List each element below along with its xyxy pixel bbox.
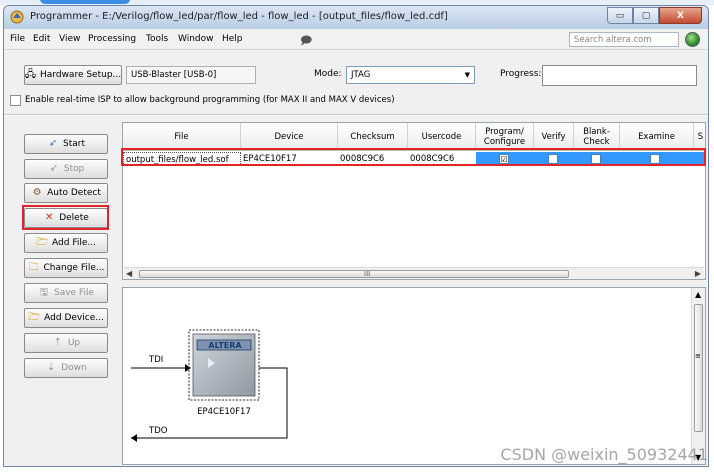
minimize-icon: ▭ (615, 10, 625, 21)
client-area: 🖧 Hardware Setup... USB-Blaster [USB-0] … (4, 50, 708, 466)
mode-value: JTAG (351, 70, 371, 80)
add-device-label: Add Device... (44, 313, 104, 323)
start-button[interactable]: ➶ Start (24, 134, 108, 154)
hardware-setup-label: Hardware Setup... (40, 70, 122, 80)
auto-detect-icon: ⚙ (32, 187, 42, 198)
jtag-chain-diagram: ALTERA TDI EP4CE10F17 TDO (131, 329, 288, 442)
stop-label: Stop (63, 164, 85, 174)
add-device-icon: 🗁 (28, 312, 41, 323)
maximize-button[interactable]: ▢ (633, 7, 659, 24)
add-file-button[interactable]: 🗁 Add File... (24, 233, 108, 253)
column-usercode[interactable]: Usercode (408, 123, 476, 151)
window-title: Programmer - E:/Verilog/flow_led/par/flo… (30, 11, 448, 22)
progress-bar (542, 65, 697, 86)
column-device[interactable]: Device (241, 123, 338, 151)
tdo-arrow (131, 434, 137, 442)
column-blank-check[interactable]: Blank- Check (574, 123, 620, 151)
start-icon: ➶ (48, 138, 58, 149)
globe-icon[interactable] (685, 32, 700, 47)
column-security[interactable]: S (694, 123, 705, 151)
title-bar: Programmer - E:/Verilog/flow_led/par/flo… (4, 6, 708, 29)
scroll-left-icon[interactable]: ◀ (126, 269, 132, 278)
up-icon: ⇡ (53, 337, 63, 348)
column-program-configure[interactable]: Program/ Configure (476, 123, 534, 151)
menu-bar: File Edit View Processing Tools Window H… (4, 29, 708, 50)
jtag-chain-panel: ALTERA TDI EP4CE10F17 TDO ▲ ≡ ▼ (122, 287, 706, 465)
menu-help[interactable]: Help (222, 34, 243, 44)
menu-window[interactable]: Window (178, 34, 214, 44)
chain-scroll-grip: ≡ (695, 352, 701, 360)
column-verify[interactable]: Verify (534, 123, 574, 151)
chevron-down-icon: ▼ (464, 71, 470, 79)
down-button[interactable]: ⇣ Down (24, 358, 108, 378)
tdo-label: TDO (148, 426, 168, 436)
change-file-button[interactable]: 🗀 Change File... (24, 258, 108, 278)
stop-button[interactable]: ➶ Stop (24, 159, 108, 179)
auto-detect-button[interactable]: ⚙ Auto Detect (24, 183, 108, 203)
up-button[interactable]: ⇡ Up (24, 333, 108, 353)
window-controls: ▭ ▢ X (607, 7, 702, 24)
mode-select[interactable]: JTAG ▼ (346, 66, 475, 84)
menu-edit[interactable]: Edit (33, 34, 50, 44)
stop-icon: ➶ (49, 163, 58, 174)
mode-label: Mode: (314, 69, 342, 79)
add-file-label: Add File... (52, 238, 96, 248)
menu-processing[interactable]: Processing (88, 34, 136, 44)
search-input[interactable]: Search altera.com (569, 32, 679, 47)
menu-view[interactable]: View (59, 34, 80, 44)
column-examine[interactable]: Examine (620, 123, 694, 151)
tdi-label: TDI (148, 355, 163, 365)
save-file-button[interactable]: 🖫 Save File (24, 283, 108, 303)
hardware-setup-icon: 🖧 (24, 69, 37, 80)
up-label: Up (67, 338, 81, 348)
change-file-label: Change File... (43, 263, 105, 273)
add-file-icon: 🗁 (36, 237, 49, 248)
start-label: Start (63, 139, 85, 149)
programmer-window: Programmer - E:/Verilog/flow_led/par/flo… (3, 5, 709, 467)
toolbar-separator (4, 114, 708, 116)
scroll-right-icon[interactable]: ▶ (695, 269, 701, 278)
isp-label: Enable real-time ISP to allow background… (25, 95, 395, 105)
progress-label: Progress: (500, 69, 542, 79)
device-table: File Device Checksum Usercode Program/ C… (122, 122, 706, 280)
scroll-grip: III (364, 270, 371, 278)
column-file[interactable]: File (123, 123, 241, 151)
row-highlight (121, 148, 706, 166)
close-button[interactable]: X (659, 7, 702, 24)
chip-device-label: EP4CE10F17 (197, 407, 251, 417)
change-file-icon: 🗀 (28, 262, 39, 273)
table-scroll-thumb[interactable]: III (139, 270, 569, 278)
speech-bubble-icon[interactable]: 🗩 (300, 32, 312, 51)
auto-detect-label: Auto Detect (47, 188, 101, 198)
hardware-setup-button[interactable]: 🖧 Hardware Setup... (24, 65, 122, 85)
table-horizontal-scrollbar[interactable]: ◀ III ▶ (124, 267, 704, 279)
maximize-icon: ▢ (641, 10, 651, 21)
table-header: File Device Checksum Usercode Program/ C… (123, 123, 705, 151)
hardware-field: USB-Blaster [USB-0] (126, 66, 256, 84)
save-file-icon: 🖫 (39, 287, 49, 298)
add-device-button[interactable]: 🗁 Add Device... (24, 308, 108, 328)
save-file-label: Save File (53, 288, 94, 298)
close-icon: X (677, 10, 684, 21)
column-checksum[interactable]: Checksum (338, 123, 408, 151)
tdi-arrow (185, 364, 191, 372)
menu-file[interactable]: File (10, 34, 25, 44)
top-strip-decoration (40, 0, 130, 4)
watermark: CSDN @weixin_50932441 (500, 445, 708, 464)
quartus-programmer-icon (10, 10, 24, 24)
scroll-up-icon[interactable]: ▲ (695, 290, 701, 299)
chain-scroll-thumb[interactable] (694, 304, 703, 432)
isp-checkbox[interactable] (10, 95, 21, 106)
delete-highlight (22, 205, 109, 230)
chain-vertical-scrollbar[interactable]: ▲ ≡ ▼ (691, 288, 705, 464)
minimize-button[interactable]: ▭ (607, 7, 633, 24)
altera-logo: ALTERA (208, 341, 242, 350)
down-icon: ⇣ (47, 362, 56, 373)
down-label: Down (61, 363, 87, 373)
menu-tools[interactable]: Tools (146, 34, 168, 44)
